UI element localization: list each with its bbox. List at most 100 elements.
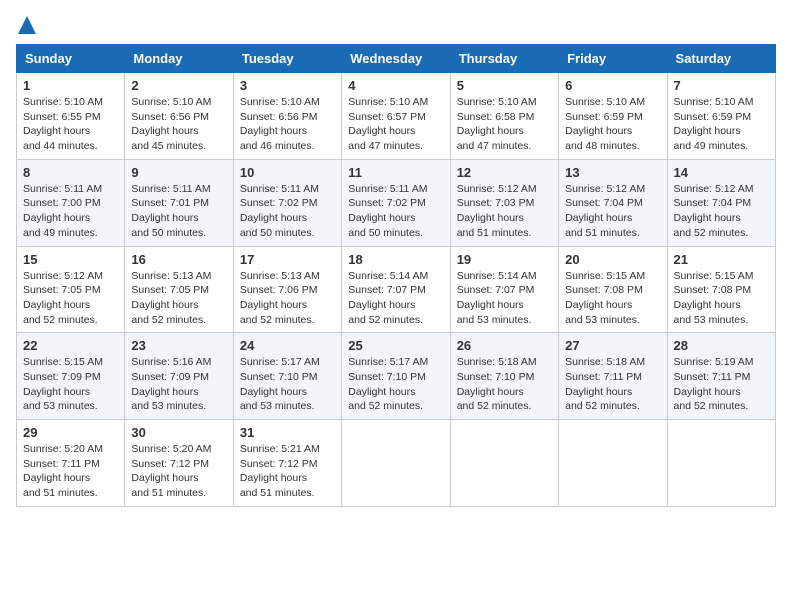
day-number: 15: [23, 252, 118, 267]
day-number: 28: [674, 338, 769, 353]
calendar-cell: 12 Sunrise: 5:12 AMSunset: 7:03 PMDaylig…: [450, 159, 558, 246]
day-info: Sunrise: 5:10 AMSunset: 6:57 PMDaylight …: [348, 96, 428, 152]
calendar-cell: 24 Sunrise: 5:17 AMSunset: 7:10 PMDaylig…: [233, 333, 341, 420]
calendar-cell: 15 Sunrise: 5:12 AMSunset: 7:05 PMDaylig…: [17, 246, 125, 333]
calendar-cell: 22 Sunrise: 5:15 AMSunset: 7:09 PMDaylig…: [17, 333, 125, 420]
calendar-cell: 21 Sunrise: 5:15 AMSunset: 7:08 PMDaylig…: [667, 246, 775, 333]
calendar-cell: 8 Sunrise: 5:11 AMSunset: 7:00 PMDayligh…: [17, 159, 125, 246]
calendar-cell: [559, 420, 667, 507]
logo-icon: [18, 16, 36, 34]
calendar-table: SundayMondayTuesdayWednesdayThursdayFrid…: [16, 44, 776, 507]
day-number: 8: [23, 165, 118, 180]
day-number: 14: [674, 165, 769, 180]
day-info: Sunrise: 5:11 AMSunset: 7:02 PMDaylight …: [240, 183, 319, 239]
calendar-cell: 13 Sunrise: 5:12 AMSunset: 7:04 PMDaylig…: [559, 159, 667, 246]
calendar-cell: 25 Sunrise: 5:17 AMSunset: 7:10 PMDaylig…: [342, 333, 450, 420]
weekday-header-row: SundayMondayTuesdayWednesdayThursdayFrid…: [17, 45, 776, 73]
day-number: 22: [23, 338, 118, 353]
calendar-cell: 11 Sunrise: 5:11 AMSunset: 7:02 PMDaylig…: [342, 159, 450, 246]
day-info: Sunrise: 5:15 AMSunset: 7:08 PMDaylight …: [565, 270, 645, 326]
day-info: Sunrise: 5:12 AMSunset: 7:05 PMDaylight …: [23, 270, 103, 326]
week-row-4: 22 Sunrise: 5:15 AMSunset: 7:09 PMDaylig…: [17, 333, 776, 420]
weekday-header-monday: Monday: [125, 45, 233, 73]
calendar-cell: 31 Sunrise: 5:21 AMSunset: 7:12 PMDaylig…: [233, 420, 341, 507]
calendar-cell: 7 Sunrise: 5:10 AMSunset: 6:59 PMDayligh…: [667, 73, 775, 160]
week-row-2: 8 Sunrise: 5:11 AMSunset: 7:00 PMDayligh…: [17, 159, 776, 246]
day-number: 30: [131, 425, 226, 440]
day-info: Sunrise: 5:11 AMSunset: 7:02 PMDaylight …: [348, 183, 427, 239]
day-number: 13: [565, 165, 660, 180]
day-number: 20: [565, 252, 660, 267]
weekday-header-saturday: Saturday: [667, 45, 775, 73]
day-info: Sunrise: 5:17 AMSunset: 7:10 PMDaylight …: [240, 356, 320, 412]
day-info: Sunrise: 5:14 AMSunset: 7:07 PMDaylight …: [457, 270, 537, 326]
calendar-cell: 17 Sunrise: 5:13 AMSunset: 7:06 PMDaylig…: [233, 246, 341, 333]
page-header: [16, 16, 776, 34]
calendar-cell: 6 Sunrise: 5:10 AMSunset: 6:59 PMDayligh…: [559, 73, 667, 160]
week-row-1: 1 Sunrise: 5:10 AMSunset: 6:55 PMDayligh…: [17, 73, 776, 160]
calendar-cell: 26 Sunrise: 5:18 AMSunset: 7:10 PMDaylig…: [450, 333, 558, 420]
calendar-cell: [342, 420, 450, 507]
week-row-3: 15 Sunrise: 5:12 AMSunset: 7:05 PMDaylig…: [17, 246, 776, 333]
calendar-cell: 19 Sunrise: 5:14 AMSunset: 7:07 PMDaylig…: [450, 246, 558, 333]
day-number: 3: [240, 78, 335, 93]
day-number: 23: [131, 338, 226, 353]
calendar-cell: 5 Sunrise: 5:10 AMSunset: 6:58 PMDayligh…: [450, 73, 558, 160]
calendar-cell: 1 Sunrise: 5:10 AMSunset: 6:55 PMDayligh…: [17, 73, 125, 160]
logo: [16, 16, 36, 34]
calendar-cell: 3 Sunrise: 5:10 AMSunset: 6:56 PMDayligh…: [233, 73, 341, 160]
day-info: Sunrise: 5:21 AMSunset: 7:12 PMDaylight …: [240, 443, 320, 499]
day-number: 9: [131, 165, 226, 180]
day-info: Sunrise: 5:16 AMSunset: 7:09 PMDaylight …: [131, 356, 211, 412]
calendar-cell: 28 Sunrise: 5:19 AMSunset: 7:11 PMDaylig…: [667, 333, 775, 420]
calendar-cell: [667, 420, 775, 507]
calendar-cell: 2 Sunrise: 5:10 AMSunset: 6:56 PMDayligh…: [125, 73, 233, 160]
calendar-cell: 23 Sunrise: 5:16 AMSunset: 7:09 PMDaylig…: [125, 333, 233, 420]
day-info: Sunrise: 5:12 AMSunset: 7:03 PMDaylight …: [457, 183, 537, 239]
day-info: Sunrise: 5:12 AMSunset: 7:04 PMDaylight …: [674, 183, 754, 239]
day-number: 2: [131, 78, 226, 93]
day-info: Sunrise: 5:13 AMSunset: 7:05 PMDaylight …: [131, 270, 211, 326]
weekday-header-thursday: Thursday: [450, 45, 558, 73]
day-number: 31: [240, 425, 335, 440]
day-number: 16: [131, 252, 226, 267]
day-info: Sunrise: 5:18 AMSunset: 7:10 PMDaylight …: [457, 356, 537, 412]
day-number: 21: [674, 252, 769, 267]
calendar-cell: 18 Sunrise: 5:14 AMSunset: 7:07 PMDaylig…: [342, 246, 450, 333]
day-info: Sunrise: 5:14 AMSunset: 7:07 PMDaylight …: [348, 270, 428, 326]
day-number: 29: [23, 425, 118, 440]
day-number: 11: [348, 165, 443, 180]
week-row-5: 29 Sunrise: 5:20 AMSunset: 7:11 PMDaylig…: [17, 420, 776, 507]
calendar-cell: [450, 420, 558, 507]
day-number: 4: [348, 78, 443, 93]
day-number: 24: [240, 338, 335, 353]
day-info: Sunrise: 5:20 AMSunset: 7:12 PMDaylight …: [131, 443, 211, 499]
day-info: Sunrise: 5:11 AMSunset: 7:01 PMDaylight …: [131, 183, 210, 239]
day-number: 12: [457, 165, 552, 180]
day-info: Sunrise: 5:10 AMSunset: 6:55 PMDaylight …: [23, 96, 103, 152]
day-number: 17: [240, 252, 335, 267]
day-number: 5: [457, 78, 552, 93]
day-number: 6: [565, 78, 660, 93]
day-info: Sunrise: 5:15 AMSunset: 7:09 PMDaylight …: [23, 356, 103, 412]
day-info: Sunrise: 5:18 AMSunset: 7:11 PMDaylight …: [565, 356, 645, 412]
day-number: 19: [457, 252, 552, 267]
weekday-header-tuesday: Tuesday: [233, 45, 341, 73]
day-number: 7: [674, 78, 769, 93]
day-info: Sunrise: 5:19 AMSunset: 7:11 PMDaylight …: [674, 356, 754, 412]
calendar-cell: 4 Sunrise: 5:10 AMSunset: 6:57 PMDayligh…: [342, 73, 450, 160]
day-number: 27: [565, 338, 660, 353]
day-info: Sunrise: 5:20 AMSunset: 7:11 PMDaylight …: [23, 443, 103, 499]
calendar-cell: 14 Sunrise: 5:12 AMSunset: 7:04 PMDaylig…: [667, 159, 775, 246]
day-info: Sunrise: 5:10 AMSunset: 6:56 PMDaylight …: [240, 96, 320, 152]
day-info: Sunrise: 5:10 AMSunset: 6:59 PMDaylight …: [674, 96, 754, 152]
day-info: Sunrise: 5:10 AMSunset: 6:56 PMDaylight …: [131, 96, 211, 152]
day-info: Sunrise: 5:12 AMSunset: 7:04 PMDaylight …: [565, 183, 645, 239]
calendar-cell: 16 Sunrise: 5:13 AMSunset: 7:05 PMDaylig…: [125, 246, 233, 333]
day-info: Sunrise: 5:15 AMSunset: 7:08 PMDaylight …: [674, 270, 754, 326]
calendar-cell: 10 Sunrise: 5:11 AMSunset: 7:02 PMDaylig…: [233, 159, 341, 246]
weekday-header-sunday: Sunday: [17, 45, 125, 73]
day-number: 26: [457, 338, 552, 353]
day-info: Sunrise: 5:10 AMSunset: 6:58 PMDaylight …: [457, 96, 537, 152]
day-info: Sunrise: 5:11 AMSunset: 7:00 PMDaylight …: [23, 183, 102, 239]
